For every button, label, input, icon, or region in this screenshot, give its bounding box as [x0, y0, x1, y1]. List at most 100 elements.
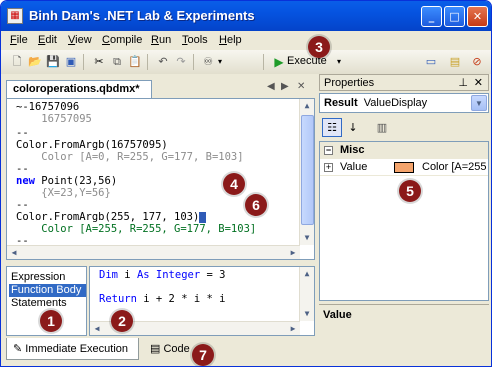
toolbar-separator: [147, 54, 148, 70]
save-all-icon[interactable]: ▣: [63, 54, 79, 70]
execute-dropdown-icon[interactable]: ▾: [334, 54, 344, 70]
tab-immediate-execution[interactable]: ✎ Immediate Execution: [6, 338, 139, 360]
object-name: Result: [324, 97, 358, 109]
property-grid: − Misc + Value Color [A=255: [319, 141, 489, 301]
menu-help[interactable]: Help: [219, 34, 242, 46]
paste-icon[interactable]: 📋: [127, 54, 143, 70]
binoculars-icon[interactable]: ♾: [200, 54, 216, 70]
toolbar: 🗋 📂 💾 ▣ ✂ ⧉ 📋 ↶ ↷ ♾ ▾ ▶ Execute ▾ ▭ ▤ ⊘: [1, 50, 491, 74]
scroll-down-icon[interactable]: ▼: [300, 307, 314, 321]
play-icon[interactable]: ▶: [271, 54, 287, 70]
stop-icon[interactable]: ⊘: [469, 54, 485, 70]
copy-icon[interactable]: ⧉: [109, 54, 125, 70]
scroll-right-icon[interactable]: ▶: [286, 322, 300, 335]
list-item-function-body[interactable]: Function Body: [9, 284, 86, 297]
collapse-icon[interactable]: −: [324, 146, 333, 155]
code-line: {X=23,Y=56}: [16, 187, 111, 199]
open-icon[interactable]: 📂: [27, 54, 43, 70]
description-title: Value: [323, 309, 352, 321]
scroll-left-icon[interactable]: ◀: [7, 246, 21, 259]
toolbar-separator: [193, 54, 194, 70]
menu-file[interactable]: File: [10, 34, 28, 46]
property-pages-icon[interactable]: ▥: [372, 118, 392, 137]
menu-run[interactable]: Run: [151, 34, 171, 46]
redo-icon[interactable]: ↷: [173, 54, 189, 70]
chevron-down-icon[interactable]: ▼: [471, 95, 487, 111]
maximize-button[interactable]: □: [444, 6, 465, 27]
main-window: ▦ Binh Dam's .NET Lab & Experiments _ □ …: [0, 0, 492, 367]
object-type: ValueDisplay: [363, 97, 428, 109]
scroll-left-icon[interactable]: ◀: [90, 322, 104, 335]
tab-immediate-label: Immediate Execution: [25, 343, 128, 355]
property-row-value[interactable]: + Value Color [A=255: [320, 159, 488, 176]
code-fragment: i: [117, 269, 137, 281]
code-line: 16757095: [16, 113, 92, 125]
code-fragment: Color.FromArgb(255, 177, 103): [16, 211, 200, 223]
menu-compile[interactable]: Compile: [102, 34, 142, 46]
code-line: --: [16, 163, 29, 175]
color-swatch: [394, 162, 414, 173]
code-fragment: = 3: [200, 269, 226, 281]
code-line: new Point(23,56): [16, 175, 117, 187]
callout-badge: 4: [223, 173, 245, 195]
keyword-dim: Dim: [99, 269, 118, 281]
output-editor[interactable]: ~-16757096 16757095 -- Color.FromArgb(16…: [6, 98, 315, 260]
scroll-up-icon[interactable]: ▲: [300, 267, 314, 281]
scroll-right-icon[interactable]: ▶: [286, 246, 300, 259]
tab-code[interactable]: ▤ Code: [144, 338, 196, 360]
document-tab[interactable]: coloroperations.qbdmx*: [6, 80, 152, 98]
list-item-statements[interactable]: Statements: [9, 297, 86, 310]
snippet-line: Dim i As Integer = 3: [99, 269, 225, 281]
window-icon[interactable]: ▭: [423, 54, 439, 70]
scroll-down-icon[interactable]: ▼: [300, 231, 314, 245]
horizontal-scrollbar[interactable]: ◀ ▶: [7, 245, 300, 259]
tab-close-icon[interactable]: ✕: [297, 81, 305, 92]
scroll-up-icon[interactable]: ▲: [300, 99, 314, 113]
document-tab-label: coloroperations.qbdmx*: [13, 83, 140, 95]
code-file-icon: ▤: [150, 343, 164, 355]
pin-icon[interactable]: ⊥: [458, 76, 468, 89]
list-item-expression[interactable]: Expression: [9, 271, 86, 284]
callout-badge: 1: [40, 310, 62, 332]
dropdown-icon[interactable]: ▾: [215, 54, 225, 70]
tab-prev-icon[interactable]: ◀: [267, 81, 275, 92]
keyword-new: new: [16, 175, 35, 187]
text-caret: [199, 211, 207, 223]
close-icon[interactable]: ✕: [474, 76, 483, 89]
title-bar: ▦ Binh Dam's .NET Lab & Experiments _ □ …: [1, 1, 491, 31]
scroll-thumb[interactable]: [301, 115, 314, 225]
code-line: --: [16, 127, 29, 139]
menu-tools[interactable]: Tools: [182, 34, 208, 46]
cut-icon[interactable]: ✂: [91, 54, 107, 70]
vertical-scrollbar[interactable]: ▲ ▼: [299, 99, 314, 245]
snippet-vertical-scrollbar[interactable]: ▲ ▼: [299, 267, 314, 321]
callout-badge: 3: [308, 36, 330, 58]
code-line: ~-16757096: [16, 101, 80, 113]
code-fragment: Point(23,56): [34, 175, 118, 187]
close-button[interactable]: ✕: [467, 6, 488, 27]
callout-badge: 2: [111, 310, 133, 332]
code-line: Color [A=255, R=255, G=177, B=103]: [16, 223, 257, 235]
save-icon[interactable]: 💾: [45, 54, 61, 70]
code-fragment: i + 2 * i * i: [136, 293, 226, 305]
categorized-icon[interactable]: ☷: [322, 118, 342, 137]
tab-code-label: Code: [163, 343, 190, 355]
keyword-return: Return: [99, 293, 137, 305]
options-icon[interactable]: ▤: [447, 54, 463, 70]
properties-panel: Properties ⊥ ✕ Result ValueDisplay ▼ ☷ ↓…: [319, 74, 489, 362]
alphabetical-icon[interactable]: ↓: [343, 118, 363, 137]
new-file-icon[interactable]: 🗋: [9, 54, 25, 70]
tab-next-icon[interactable]: ▶: [281, 81, 289, 92]
menu-edit[interactable]: Edit: [38, 34, 57, 46]
code-line: Color.FromArgb(255, 177, 103): [16, 211, 207, 223]
undo-icon[interactable]: ↶: [155, 54, 171, 70]
property-name: Value: [340, 161, 368, 173]
properties-title: Properties: [324, 77, 375, 89]
category-label: Misc: [340, 144, 365, 156]
code-line: Color [A=0, R=255, G=177, B=103]: [16, 151, 244, 163]
expand-icon[interactable]: +: [324, 163, 333, 172]
menu-view[interactable]: View: [68, 34, 92, 46]
minimize-button[interactable]: _: [421, 6, 442, 27]
object-selector[interactable]: Result ValueDisplay ▼: [319, 93, 489, 113]
keyword-as-integer: As Integer: [136, 269, 201, 281]
